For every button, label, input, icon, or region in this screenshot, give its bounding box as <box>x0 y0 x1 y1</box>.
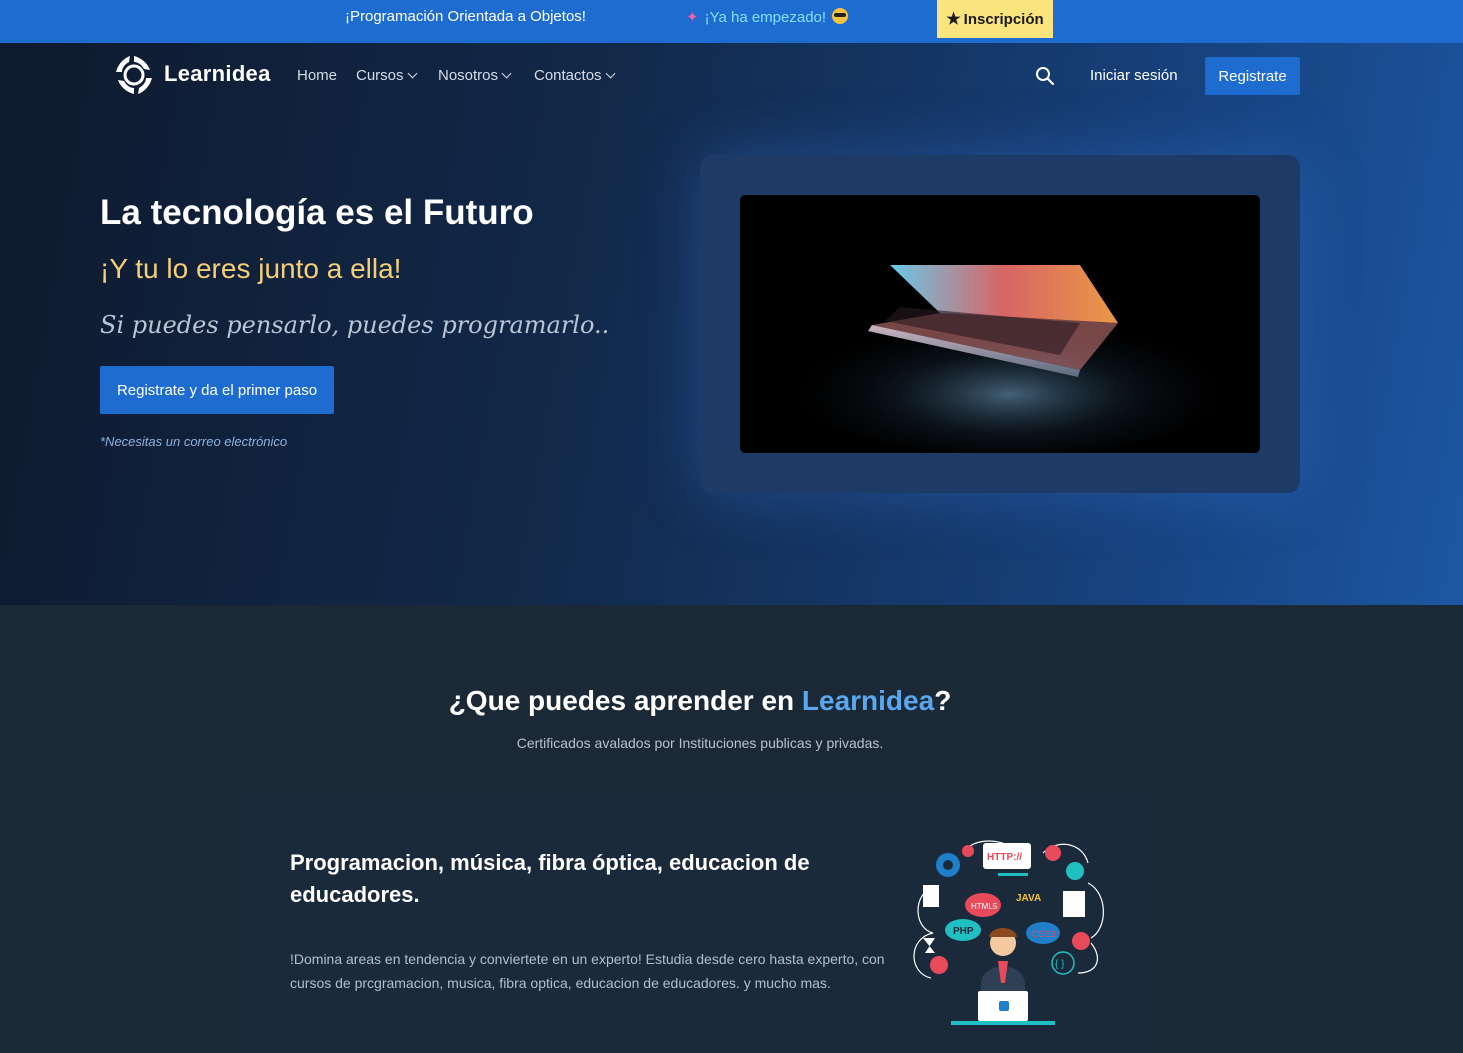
chevron-down-icon <box>501 68 512 79</box>
hero-email-note: *Necesitas un correo electrónico <box>100 434 288 449</box>
section-title-suffix: ? <box>934 685 952 716</box>
nav-home-label: Home <box>297 67 338 84</box>
programming-illustration-icon: HTTP:// HTML5 JAVA PHP CSS3 { } <box>913 840 1104 1025</box>
login-link[interactable]: Iniciar sesión <box>1090 67 1178 84</box>
nav-contactos-label: Contactos <box>534 67 602 84</box>
illu-php: PHP <box>953 926 974 937</box>
nav-nosotros-label: Nosotros <box>438 67 499 84</box>
party-popper-icon: ✦ <box>686 9 699 26</box>
announcement-started-text: ¡Ya ha empezado! <box>704 9 827 26</box>
illu-css3: CSS3 <box>1032 929 1056 939</box>
register-button[interactable]: Registrate <box>1205 57 1300 95</box>
chevron-down-icon <box>407 68 417 79</box>
illu-java: JAVA <box>1016 893 1041 904</box>
section-subtitle: Certificados avalados por Instituciones … <box>516 735 884 751</box>
section-title-highlight: Learnidea <box>801 685 935 716</box>
hero-image-card <box>700 155 1300 493</box>
illu-braces: { } <box>1055 959 1065 970</box>
search-icon[interactable] <box>1035 66 1055 86</box>
sunglasses-face-icon <box>832 8 849 24</box>
announcement-started: ✦ ¡Ya ha empezado! <box>686 8 849 26</box>
section-title-prefix: ¿Que puedes aprender en <box>448 685 802 716</box>
illu-html5: HTML5 <box>971 902 998 911</box>
illu-http: HTTP:// <box>987 852 1022 863</box>
section-title: ¿Que puedes aprender en Learnidea? <box>0 685 1400 717</box>
nav-contactos[interactable]: Contactos <box>534 67 615 84</box>
nav-home[interactable]: Home <box>297 67 337 84</box>
learnidea-logo-icon[interactable] <box>114 54 154 96</box>
hero-section: Learnidea Home Cursos Nosotros Contactos… <box>0 43 1463 605</box>
inscripcion-label: Inscripción <box>963 10 1044 28</box>
brand-name[interactable]: Learnidea <box>164 61 271 87</box>
hero-register-button[interactable]: Registrate y da el primer paso <box>100 366 334 414</box>
star-icon: ★ <box>946 11 961 28</box>
nav-nosotros[interactable]: Nosotros <box>438 67 512 84</box>
laptop-image <box>740 195 1260 453</box>
hero-subtitle: ¡Y tu lo eres junto a ella! <box>100 253 402 284</box>
announcement-course: ¡Programación Orientada a Objetos! <box>345 8 586 25</box>
hero-tagline: Si puedes pensarlo, puedes programarlo.. <box>100 311 610 339</box>
feature-title: Programacion, música, fibra óptica, educ… <box>290 850 810 907</box>
announcement-bar: ¡Programación Orientada a Objetos! ✦ ¡Ya … <box>0 0 1463 43</box>
nav-cursos-label: Cursos <box>356 67 404 84</box>
feature-card: Programacion, música, fibra óptica, educ… <box>248 795 1150 1053</box>
feature-description: !Domina areas en tendencia y conviertete… <box>290 951 885 991</box>
navbar: Learnidea Home Cursos Nosotros Contactos… <box>0 43 1463 109</box>
nav-cursos[interactable]: Cursos <box>356 67 417 84</box>
hero-title: La tecnología es el Futuro <box>100 193 534 232</box>
chevron-down-icon <box>605 68 615 79</box>
inscripcion-button[interactable]: ★ Inscripción <box>937 0 1053 38</box>
